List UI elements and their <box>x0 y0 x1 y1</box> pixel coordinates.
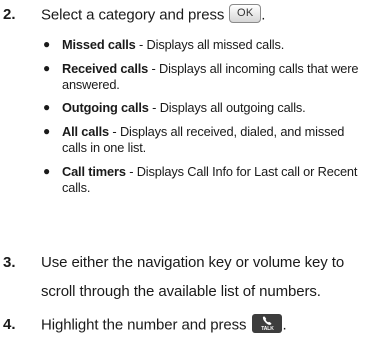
step-3: 3. Use either the navigation key or volu… <box>0 254 380 306</box>
talk-key-icon: TALK <box>252 314 283 333</box>
step-number: 3. <box>3 254 16 271</box>
ok-key-label: OK <box>237 7 254 19</box>
bullet-icon: ● <box>43 100 51 115</box>
list-item-term: Outgoing calls <box>62 100 149 116</box>
bullet-icon: ● <box>43 37 51 51</box>
list-item: ● All calls - Displays all received, dia… <box>41 124 371 156</box>
phone-handset-icon <box>263 316 272 325</box>
step-instruction: Select a category and press <box>41 6 225 24</box>
step-2: 2. Select a category and press OK. <box>0 4 380 25</box>
step-number: 4. <box>3 316 16 333</box>
step-instruction: Highlight the number and press <box>41 316 247 334</box>
list-item-term: Missed calls <box>62 37 136 52</box>
manual-page: 2. Select a category and press OK. ● Miss… <box>0 0 388 342</box>
step-number: 2. <box>3 6 16 23</box>
list-item-desc: - Displays all missed calls. <box>135 37 285 52</box>
ok-key-icon: OK <box>229 4 262 23</box>
list-item-term: All calls <box>62 124 110 140</box>
list-item: ● Outgoing calls - Displays all outgoing… <box>41 100 371 116</box>
step-suffix: . <box>261 6 266 24</box>
list-item-desc: - Displays all outgoing calls. <box>148 100 306 116</box>
bullet-icon: ● <box>43 124 51 139</box>
bullet-icon: ● <box>43 163 51 178</box>
list-item: ● Received calls - Displays all incoming… <box>41 61 371 93</box>
talk-key-label: TALK <box>261 326 274 332</box>
list-item-term: Received calls <box>62 60 149 76</box>
list-item: ● Call timers - Displays Call Info for L… <box>41 164 371 196</box>
step-suffix: . <box>282 316 287 334</box>
bullet-icon: ● <box>43 60 51 75</box>
step-text: Select a category and press OK. <box>41 4 380 25</box>
step-instruction: Use either the navigation key or volume … <box>41 254 345 300</box>
step-4: 4. Highlight the number and press TALK. <box>0 314 380 335</box>
list-item-term: Call timers <box>62 163 126 179</box>
list-item: ● Missed calls - Displays all missed cal… <box>41 37 371 53</box>
category-list: ● Missed calls - Displays all missed cal… <box>41 37 371 195</box>
step-text: Highlight the number and press TALK. <box>41 314 380 335</box>
